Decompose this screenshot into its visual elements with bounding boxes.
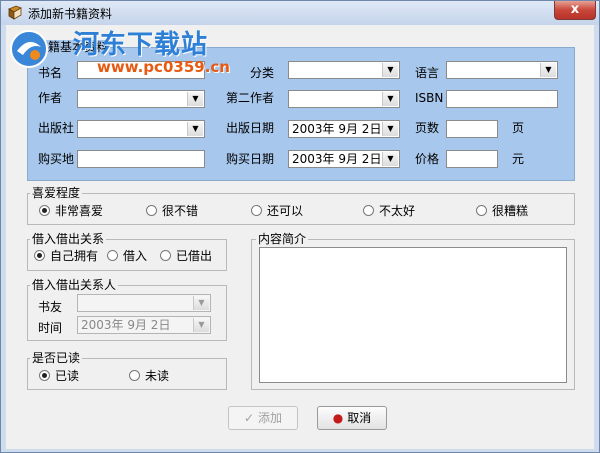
book-icon (8, 5, 22, 20)
language-label: 语言 (415, 66, 440, 80)
category-label: 分类 (250, 66, 275, 80)
read-option-read[interactable]: 已读 (39, 368, 79, 384)
summary-textarea[interactable] (259, 247, 567, 383)
check-icon: ✓ (243, 411, 255, 425)
publisher-select[interactable]: ▼ (77, 120, 205, 138)
publish-date-picker[interactable]: 2003年 9月 2日 ▼ (288, 120, 400, 138)
second-author-label: 第二作者 (226, 91, 275, 105)
category-select[interactable]: ▼ (288, 61, 400, 79)
chevron-down-icon: ▼ (382, 152, 398, 166)
chevron-down-icon: ▼ (193, 318, 209, 332)
title-bar[interactable]: 添加新书籍资料 x (1, 1, 599, 25)
chevron-down-icon: ▼ (193, 296, 209, 310)
radio-icon (251, 205, 262, 216)
preference-option-4[interactable]: 很糟糕 (476, 203, 528, 219)
radio-icon (160, 250, 171, 261)
chevron-down-icon: ▼ (540, 63, 556, 77)
radio-selected-icon (39, 205, 50, 216)
author-select[interactable]: ▼ (77, 90, 205, 108)
radio-icon (146, 205, 157, 216)
preference-option-0[interactable]: 非常喜爱 (39, 203, 103, 219)
chevron-down-icon: ▼ (187, 122, 203, 136)
author-label: 作者 (38, 91, 63, 105)
preference-title: 喜爱程度 (30, 186, 83, 200)
read-status-title: 是否已读 (30, 351, 83, 365)
chevron-down-icon: ▼ (382, 63, 398, 77)
basic-info-title: 书籍基本资料 (34, 40, 111, 54)
lending-time-value: 2003年 9月 2日 (81, 318, 171, 332)
publish-date-value: 2003年 9月 2日 (292, 122, 382, 136)
read-option-unread[interactable]: 未读 (129, 368, 169, 384)
book-name-label: 书名 (38, 66, 63, 80)
pages-unit: 页 (512, 121, 525, 135)
language-select[interactable]: ▼ (446, 61, 558, 79)
summary-title: 内容简介 (256, 232, 309, 246)
chevron-down-icon: ▼ (187, 92, 203, 106)
pages-label: 页数 (415, 121, 440, 135)
radio-selected-icon (39, 370, 50, 381)
lending-title: 借入借出关系 (30, 232, 107, 246)
purchase-place-input[interactable] (77, 150, 205, 168)
pages-input[interactable] (446, 120, 498, 138)
chevron-down-icon: ▼ (382, 92, 398, 106)
purchase-date-picker[interactable]: 2003年 9月 2日 ▼ (288, 150, 400, 168)
preference-option-3[interactable]: 不太好 (363, 203, 415, 219)
lending-option-own[interactable]: 自己拥有 (34, 248, 98, 264)
add-book-dialog: 添加新书籍资料 x 书籍基本资料 书名 分类 ▼ 语言 ▼ 作者 ▼ 第二作者 … (0, 0, 600, 453)
window-title: 添加新书籍资料 (28, 7, 113, 21)
lending-time-picker[interactable]: 2003年 9月 2日 ▼ (77, 316, 211, 334)
radio-icon (129, 370, 140, 381)
time-label: 时间 (38, 321, 63, 335)
lending-option-borrowed[interactable]: 借入 (107, 248, 147, 264)
price-label: 价格 (415, 152, 440, 166)
friend-select[interactable]: ▼ (77, 294, 211, 312)
purchase-date-label: 购买日期 (226, 152, 275, 166)
radio-icon (363, 205, 374, 216)
second-author-select[interactable]: ▼ (288, 90, 400, 108)
price-unit: 元 (512, 152, 525, 166)
add-button[interactable]: ✓ 添加 (228, 406, 298, 430)
radio-selected-icon (34, 250, 45, 261)
radio-icon (476, 205, 487, 216)
isbn-input[interactable] (446, 90, 558, 108)
close-button[interactable]: x (554, 1, 596, 20)
cancel-button[interactable]: ● 取消 (317, 406, 387, 430)
friend-label: 书友 (38, 300, 63, 314)
purchase-date-value: 2003年 9月 2日 (292, 152, 382, 166)
purchase-place-label: 购买地 (38, 152, 75, 166)
book-name-input[interactable] (77, 61, 205, 79)
cancel-icon: ● (332, 411, 344, 425)
chevron-down-icon: ▼ (382, 122, 398, 136)
preference-option-1[interactable]: 很不错 (146, 203, 198, 219)
publisher-label: 出版社 (38, 121, 75, 135)
isbn-label: ISBN (415, 91, 444, 105)
price-input[interactable] (446, 150, 498, 168)
lending-person-title: 借入借出关系人 (30, 278, 119, 292)
preference-option-2[interactable]: 还可以 (251, 203, 303, 219)
radio-icon (107, 250, 118, 261)
publish-date-label: 出版日期 (226, 121, 275, 135)
lending-option-lent[interactable]: 已借出 (160, 248, 212, 264)
